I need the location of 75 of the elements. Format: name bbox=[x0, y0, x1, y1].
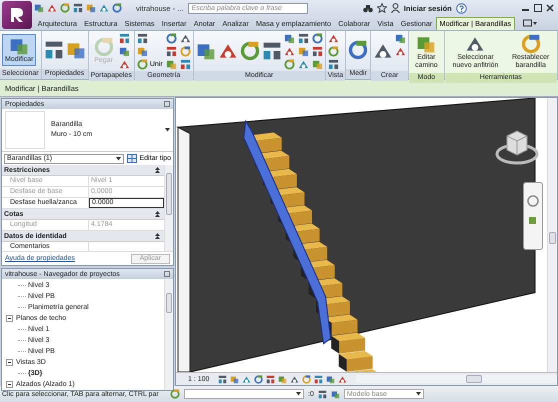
maximize-icon[interactable] bbox=[534, 4, 542, 12]
dropdown-caret-icon[interactable] bbox=[296, 392, 301, 396]
tool-icon[interactable] bbox=[284, 46, 295, 56]
tool-icon[interactable] bbox=[34, 3, 44, 13]
tool-icon[interactable] bbox=[180, 46, 191, 56]
type-preview bbox=[5, 111, 45, 149]
panel-toggle-icon[interactable] bbox=[522, 19, 537, 27]
help-icon[interactable] bbox=[456, 2, 467, 14]
navigation-bar[interactable] bbox=[523, 182, 543, 250]
tool-icon[interactable] bbox=[395, 46, 406, 56]
tool-icon[interactable] bbox=[118, 58, 130, 70]
collapse-icon[interactable] bbox=[155, 211, 160, 217]
tool-icon[interactable] bbox=[86, 3, 96, 13]
dropdown-caret-icon[interactable] bbox=[416, 392, 421, 396]
binoculars-icon[interactable] bbox=[362, 4, 373, 12]
tool-icon[interactable] bbox=[328, 32, 339, 44]
tool-icon[interactable] bbox=[328, 58, 339, 70]
scrollbar[interactable] bbox=[356, 375, 557, 383]
tool-icon[interactable] bbox=[278, 374, 288, 384]
collapse-icon[interactable] bbox=[155, 167, 160, 173]
tool-icon[interactable] bbox=[73, 3, 83, 13]
tool-icon[interactable] bbox=[298, 58, 309, 70]
tool-icon[interactable] bbox=[242, 374, 252, 384]
tool-icon[interactable] bbox=[118, 32, 130, 44]
tool-icon[interactable] bbox=[166, 58, 177, 70]
tool-icon[interactable] bbox=[312, 46, 323, 56]
tool-icon[interactable] bbox=[262, 41, 282, 61]
user-icon[interactable] bbox=[390, 3, 400, 13]
tool-icon[interactable] bbox=[230, 374, 240, 384]
tool-icon[interactable] bbox=[314, 374, 324, 384]
tool-icon[interactable] bbox=[180, 58, 191, 70]
tool-icon[interactable] bbox=[136, 58, 148, 70]
tool-icon[interactable] bbox=[395, 32, 406, 44]
scrollbar[interactable] bbox=[164, 279, 173, 390]
dropdown-caret-icon[interactable] bbox=[116, 156, 122, 160]
tool-icon[interactable] bbox=[318, 390, 327, 398]
scrollbar[interactable] bbox=[164, 165, 173, 251]
tool-icon[interactable] bbox=[166, 46, 177, 56]
app-logo-icon[interactable] bbox=[2, 1, 32, 29]
tool-icon[interactable] bbox=[312, 32, 323, 44]
tool-icon[interactable] bbox=[298, 32, 309, 44]
tool-icon[interactable] bbox=[166, 32, 177, 44]
tool-icon[interactable] bbox=[266, 374, 276, 384]
tool-icon[interactable] bbox=[218, 374, 228, 384]
tool-icon[interactable] bbox=[290, 374, 300, 384]
collapse-box-icon[interactable] bbox=[6, 359, 13, 366]
tool-icon[interactable] bbox=[284, 32, 295, 44]
tool-icon[interactable] bbox=[44, 40, 64, 60]
dropdown-caret-icon[interactable] bbox=[165, 128, 170, 132]
tool-icon[interactable] bbox=[298, 46, 309, 56]
close-icon[interactable] bbox=[546, 4, 554, 12]
tool-icon[interactable] bbox=[112, 3, 122, 13]
edit-type-icon[interactable] bbox=[127, 154, 138, 163]
tool-icon[interactable] bbox=[99, 3, 109, 13]
scrollbar[interactable] bbox=[547, 98, 557, 372]
tool-icon[interactable] bbox=[520, 34, 541, 54]
tool-icon[interactable] bbox=[240, 41, 260, 61]
collapse-icon[interactable] bbox=[155, 233, 160, 239]
tool-icon[interactable] bbox=[136, 46, 148, 56]
collapse-box-icon[interactable] bbox=[6, 315, 13, 322]
tool-icon[interactable] bbox=[118, 46, 130, 56]
tool-icon[interactable] bbox=[302, 374, 312, 384]
tool-icon[interactable] bbox=[47, 3, 57, 13]
star-icon[interactable] bbox=[376, 3, 387, 13]
tool-icon[interactable] bbox=[328, 46, 339, 56]
tool-icon[interactable] bbox=[136, 32, 148, 44]
tool-icon[interactable] bbox=[338, 374, 348, 384]
tool-icon[interactable] bbox=[170, 389, 180, 399]
tool-icon[interactable] bbox=[312, 58, 323, 70]
tool-icon[interactable] bbox=[254, 374, 264, 384]
tool-icon[interactable] bbox=[180, 32, 191, 44]
tool-icon[interactable] bbox=[284, 58, 295, 70]
collapse-box-icon[interactable] bbox=[6, 381, 13, 388]
dropdown-field[interactable] bbox=[184, 389, 304, 399]
tool-icon[interactable] bbox=[348, 40, 368, 60]
